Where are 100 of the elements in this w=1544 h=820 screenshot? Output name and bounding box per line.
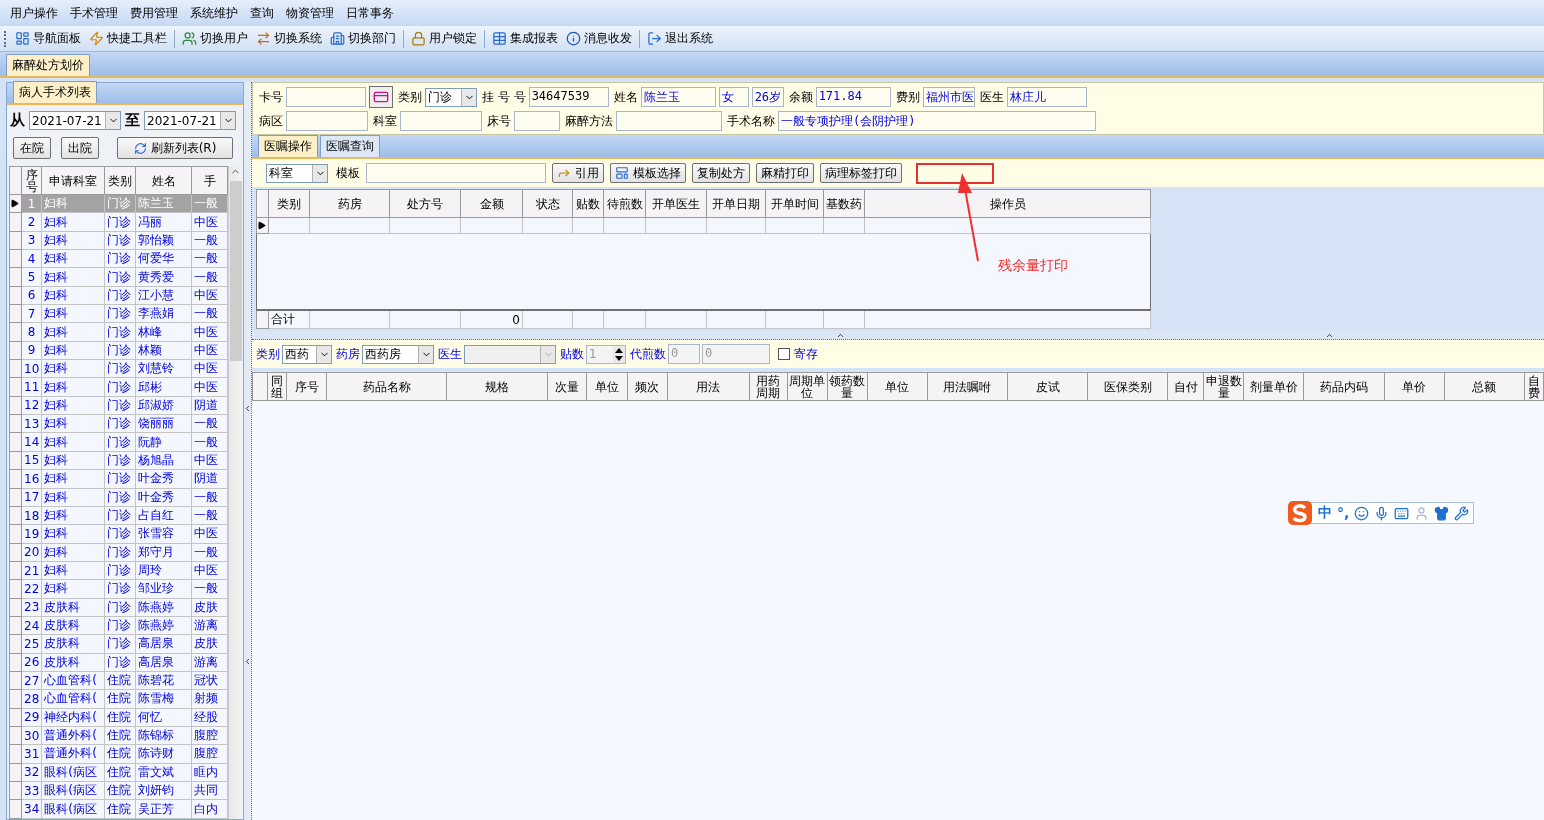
column-header[interactable]: 申退数量 <box>1203 372 1244 401</box>
column-header[interactable]: 剂量单价 <box>1243 372 1304 401</box>
toolbar-button[interactable]: 快捷工具栏 <box>86 28 170 49</box>
scrollbar[interactable] <box>228 166 243 819</box>
toolbar-button[interactable]: 模板选择 <box>610 163 686 183</box>
toolbar-button[interactable]: 切换部门 <box>327 28 399 49</box>
text-field[interactable]: 女 <box>718 87 749 107</box>
toolbar-button[interactable]: 退出系统 <box>644 28 716 49</box>
column-header[interactable]: 领药数量 <box>827 372 868 401</box>
filter-button[interactable]: 在院 <box>13 137 51 159</box>
text-field[interactable]: 林庄儿 <box>1006 87 1087 107</box>
date-picker[interactable]: 2021-07-21 <box>144 111 236 130</box>
column-header[interactable]: 单位 <box>867 372 928 401</box>
column-header[interactable]: 皮试 <box>1007 372 1088 401</box>
microphone-icon[interactable] <box>1374 505 1390 521</box>
text-field[interactable]: 福州市医 <box>922 87 975 107</box>
column-header[interactable]: 处方号 <box>389 189 461 218</box>
menu-item[interactable]: 查询 <box>244 2 280 24</box>
punctuation-label[interactable]: °, <box>1337 505 1350 521</box>
collapse-left-icon[interactable] <box>243 404 252 413</box>
refresh-button[interactable]: 刷新列表(R) <box>117 137 233 159</box>
splitter-bar[interactable] <box>244 82 252 820</box>
collapse-left-icon[interactable] <box>243 657 252 666</box>
card-reader-button[interactable] <box>369 86 393 108</box>
column-header[interactable]: 状态 <box>522 189 573 218</box>
text-field[interactable] <box>286 87 366 107</box>
text-field[interactable]: 26岁 <box>751 87 784 107</box>
splitter-bar[interactable] <box>252 331 1544 340</box>
text-field[interactable]: 171.84 <box>815 87 891 107</box>
panel-tab[interactable]: 病人手术列表 <box>13 81 97 103</box>
column-header[interactable]: 用法嘱咐 <box>927 372 1008 401</box>
scrollbar-thumb[interactable] <box>229 181 242 361</box>
column-header[interactable]: 频次 <box>627 372 668 401</box>
column-header[interactable]: 规格 <box>446 372 548 401</box>
toolbar-button[interactable]: 用户锁定 <box>408 28 480 49</box>
toolbar-button[interactable]: 引用 <box>552 163 604 183</box>
column-header[interactable]: 自费 <box>1524 372 1544 401</box>
column-header[interactable]: 次量 <box>547 372 587 401</box>
column-header[interactable]: 开单医生 <box>645 189 707 218</box>
column-header[interactable]: 开单日期 <box>706 189 766 218</box>
column-header[interactable]: 操作员 <box>864 189 1151 218</box>
text-field[interactable]: 陈兰玉 <box>640 87 716 107</box>
column-header[interactable]: 单位 <box>586 372 627 401</box>
toolbar-button[interactable]: 集成报表 <box>489 28 561 49</box>
select-field[interactable]: 科室 <box>266 163 328 183</box>
filter-button[interactable]: 出院 <box>61 137 99 159</box>
column-header[interactable]: 用法 <box>667 372 750 401</box>
text-field[interactable]: 34647539 <box>528 87 609 107</box>
column-header[interactable]: 药品名称 <box>326 372 447 401</box>
column-header[interactable]: 总额 <box>1444 372 1525 401</box>
menu-item[interactable]: 费用管理 <box>124 2 184 24</box>
column-header[interactable]: 单价 <box>1384 372 1445 401</box>
column-header[interactable]: 待煎数 <box>603 189 646 218</box>
toolbar-button[interactable]: 切换用户 <box>179 28 251 49</box>
settings-icon[interactable] <box>1454 505 1470 521</box>
text-field[interactable] <box>366 163 546 183</box>
toolbar-button[interactable]: 切换系统 <box>253 28 325 49</box>
column-header[interactable]: 基数药 <box>823 189 865 218</box>
text-field[interactable] <box>616 111 722 131</box>
select-field[interactable]: 西药 <box>282 344 332 364</box>
toolbar-button[interactable]: 复制处方 <box>692 163 750 183</box>
column-header[interactable]: 贴数 <box>572 189 604 218</box>
column-header[interactable]: 自付 <box>1167 372 1204 401</box>
select-field[interactable]: 西药房 <box>362 344 434 364</box>
column-header[interactable]: 用药周期 <box>749 372 788 401</box>
column-header[interactable]: 类别 <box>104 166 136 195</box>
column-header[interactable]: 序号 <box>21 166 42 195</box>
column-header[interactable]: 申请科室 <box>41 166 105 195</box>
column-header[interactable]: 手 <box>191 166 228 195</box>
menu-item[interactable]: 系统维护 <box>184 2 244 24</box>
keyboard-icon[interactable] <box>1394 505 1410 521</box>
smiley-icon[interactable] <box>1354 505 1370 521</box>
toolbar-button[interactable]: 病理标签打印 <box>820 163 902 183</box>
text-field[interactable]: 一般专项护理(会阴护理) <box>778 111 1096 131</box>
text-field[interactable] <box>286 111 368 131</box>
input-mode-label[interactable]: 中 <box>1318 504 1332 522</box>
document-tab[interactable]: 麻醉处方划价 <box>6 54 90 76</box>
toolbar-button[interactable]: 麻精打印 <box>756 163 814 183</box>
column-header[interactable]: 序号 <box>286 372 327 401</box>
column-header[interactable]: 药品内码 <box>1303 372 1384 401</box>
column-header[interactable]: 类别 <box>268 189 310 218</box>
shirt-icon[interactable] <box>1434 505 1450 521</box>
column-header[interactable]: 周期单位 <box>787 372 828 401</box>
toolbar-button[interactable]: 导航面板 <box>12 28 84 49</box>
menu-item[interactable]: 物资管理 <box>280 2 340 24</box>
tab[interactable]: 医嘱操作 <box>258 135 318 157</box>
checkbox[interactable] <box>778 348 790 360</box>
menu-item[interactable]: 手术管理 <box>64 2 124 24</box>
column-header[interactable]: 金额 <box>460 189 523 218</box>
column-header[interactable]: 开单时间 <box>765 189 824 218</box>
toolbar-button[interactable]: 消息收发 <box>563 28 635 49</box>
column-header[interactable]: 医保类别 <box>1087 372 1168 401</box>
text-field[interactable] <box>514 111 560 131</box>
tab[interactable]: 医嘱查询 <box>320 135 380 157</box>
date-picker[interactable]: 2021-07-21 <box>29 111 121 130</box>
text-field[interactable] <box>400 111 482 131</box>
select-field[interactable]: 门诊 <box>425 87 477 107</box>
column-header[interactable]: 姓名 <box>135 166 192 195</box>
menu-item[interactable]: 用户操作 <box>4 2 64 24</box>
column-header[interactable]: 药房 <box>309 189 390 218</box>
